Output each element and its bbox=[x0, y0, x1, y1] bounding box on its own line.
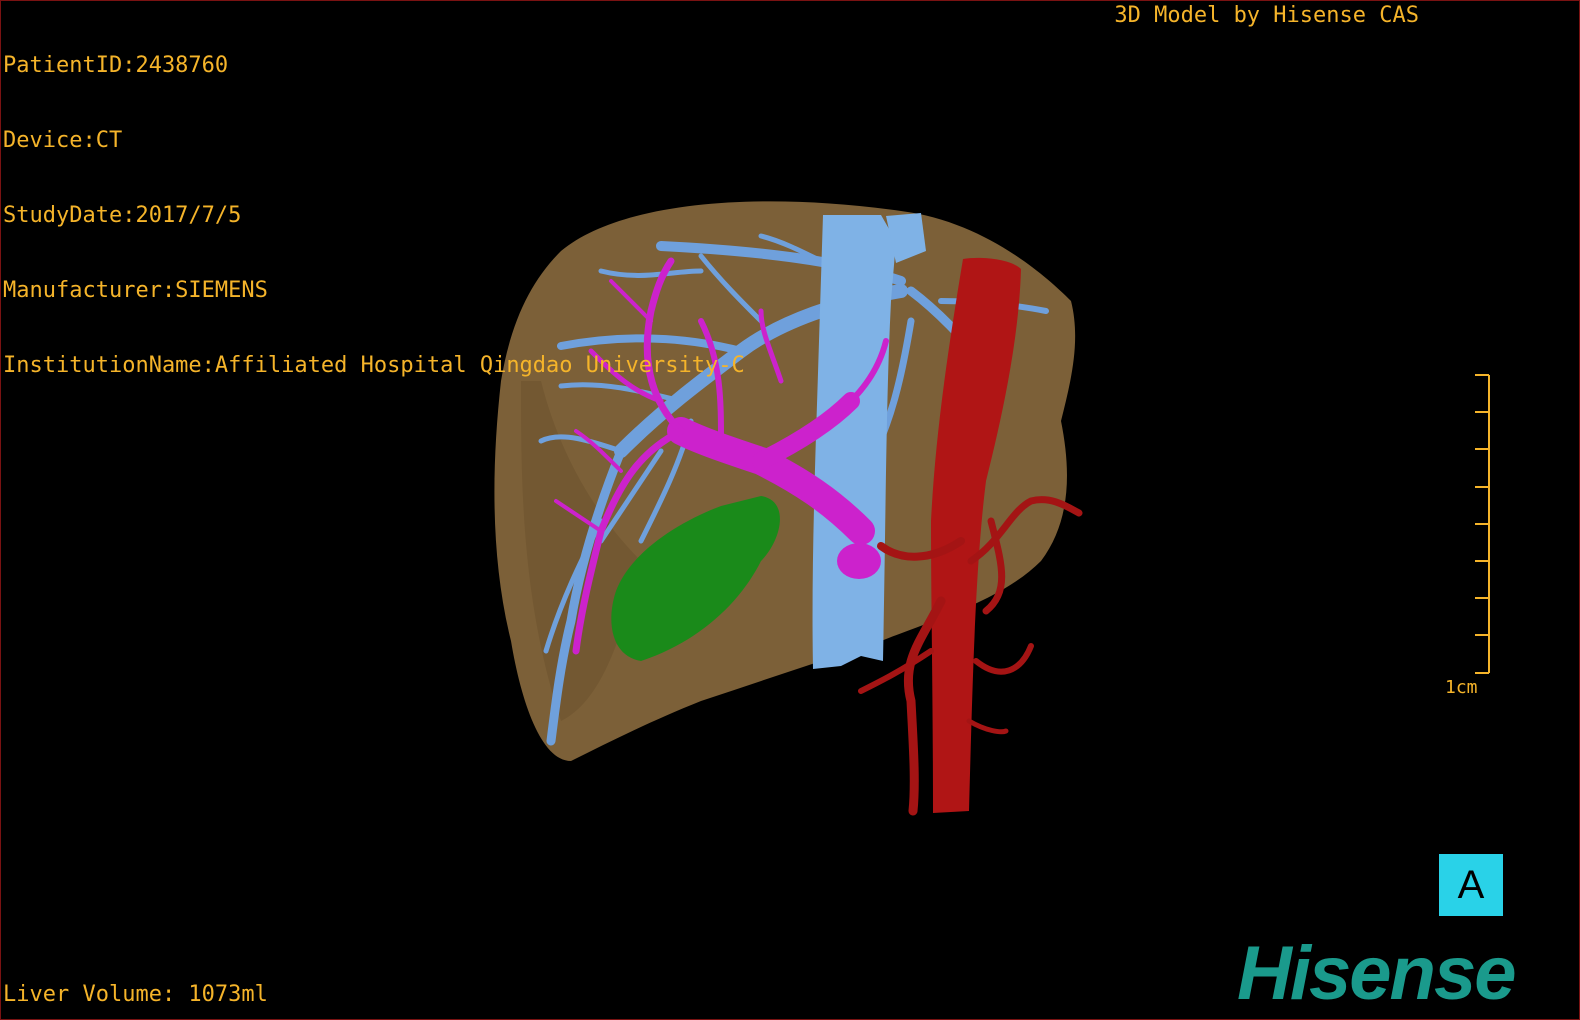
device-text: Device:CT bbox=[3, 128, 123, 153]
inferior-vena-cava bbox=[812, 215, 896, 669]
liver-volume-text: Liver Volume: 1073ml bbox=[3, 982, 268, 1007]
patient-info-panel: PatientID:2438760 Device:CT StudyDate:20… bbox=[3, 3, 745, 428]
scale-bar bbox=[1475, 374, 1490, 674]
hisense-logo: Hisense bbox=[1237, 931, 1516, 1016]
portal-confluence bbox=[837, 543, 881, 579]
patient-id-text: PatientID:2438760 bbox=[3, 53, 229, 78]
study-date-text: StudyDate:2017/7/5 bbox=[3, 203, 242, 228]
view-orientation-badge[interactable]: A bbox=[1439, 854, 1503, 916]
model-credit-text: 3D Model by Hisense CAS bbox=[1114, 3, 1419, 28]
scale-label: 1cm bbox=[1445, 677, 1478, 698]
manufacturer-text: Manufacturer:SIEMENS bbox=[3, 278, 268, 303]
3d-viewport[interactable]: PatientID:2438760 Device:CT StudyDate:20… bbox=[0, 0, 1580, 1020]
institution-text: InstitutionName:Affiliated Hospital Qing… bbox=[3, 353, 745, 378]
